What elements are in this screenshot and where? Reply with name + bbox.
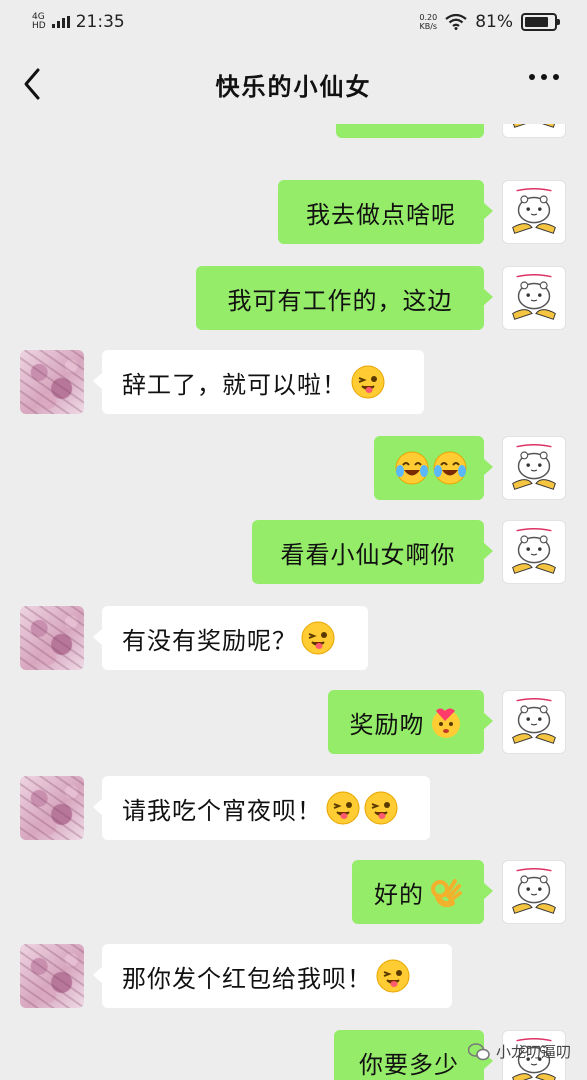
- message-row: 请我吃个宵夜呗！: [0, 776, 587, 840]
- message-text: 你要多少: [359, 1050, 459, 1079]
- message-bubble[interactable]: 好的: [352, 860, 493, 924]
- message-row: 辞工了，就可以啦！: [0, 350, 587, 414]
- contact-avatar[interactable]: [20, 776, 84, 840]
- message-text: 有没有奖励呢？: [122, 626, 297, 655]
- message-text: 辞工了，就可以啦！: [122, 370, 347, 399]
- my-avatar[interactable]: ~: [502, 520, 566, 584]
- wink-tongue-emoji: [376, 959, 410, 993]
- message-text: 看看小仙女啊你: [280, 540, 456, 569]
- message-row: ~ 还挺快的: [0, 124, 587, 138]
- svg-text:~: ~: [532, 273, 537, 279]
- message-row: ~: [0, 436, 587, 500]
- wink-tongue-emoji: [301, 621, 335, 655]
- message-text: 那你发个红包给我呗！: [122, 964, 372, 993]
- battery-fill: [525, 17, 548, 27]
- message-bubble[interactable]: 看看小仙女啊你: [252, 520, 493, 584]
- message-bubble[interactable]: 你要多少: [334, 1030, 493, 1080]
- network-speed: 0.20 KB/s: [419, 13, 437, 31]
- message-row: ~ 好的: [0, 860, 587, 924]
- clock: 21:35: [75, 12, 125, 32]
- message-text: 奖励吻: [349, 710, 425, 739]
- status-right: 0.20 KB/s 81%: [419, 12, 560, 32]
- message-bubble[interactable]: 我可有工作的，这边: [196, 266, 493, 330]
- chat-title: 快乐的小仙女: [215, 72, 372, 101]
- battery-percent: 81%: [475, 12, 513, 32]
- chat-area[interactable]: ~ 还挺快的 ~ 我去做点啥呢 ~ 我可有工作的，这边辞工了，就可以啦！ ~: [0, 124, 587, 1080]
- svg-text:~: ~: [532, 697, 537, 703]
- message-bubble[interactable]: 辞工了，就可以啦！: [93, 350, 424, 414]
- message-bubble[interactable]: 还挺快的: [336, 124, 484, 138]
- message-row: ~ 奖励吻: [0, 690, 587, 754]
- message-text: 请我吃个宵夜呗！: [122, 796, 322, 825]
- wifi-icon: [445, 14, 467, 30]
- watermark: 小龙叨逼叨: [467, 1041, 571, 1062]
- contact-avatar[interactable]: [20, 350, 84, 414]
- speed-value: 0.20: [419, 13, 438, 22]
- nav-bar: 快乐的小仙女: [0, 44, 587, 124]
- message-row: ~ 我可有工作的，这边: [0, 266, 587, 330]
- status-left: 4G HD 21:35: [32, 12, 125, 32]
- message-bubble[interactable]: [374, 436, 493, 500]
- signal-icon: [51, 16, 70, 28]
- wink-tongue-emoji: [351, 365, 385, 399]
- wink-tongue-emoji: [364, 791, 398, 825]
- status-bar: 4G HD 21:35 0.20 KB/s 81%: [0, 0, 587, 44]
- message-bubble[interactable]: 请我吃个宵夜呗！: [93, 776, 430, 840]
- chevron-left-icon[interactable]: [18, 66, 48, 102]
- message-text: 我去做点啥呢: [306, 200, 456, 229]
- my-avatar[interactable]: ~: [502, 860, 566, 924]
- network-hd: HD: [32, 21, 46, 31]
- ok-hand-emoji: [428, 875, 462, 909]
- battery-icon: [521, 13, 560, 31]
- svg-text:~: ~: [532, 187, 537, 193]
- my-avatar[interactable]: ~: [502, 180, 566, 244]
- tears-of-joy-emoji: [433, 451, 467, 485]
- wechat-logo-icon: [467, 1042, 490, 1060]
- message-text: 好的: [374, 880, 424, 909]
- tears-of-joy-emoji: [395, 451, 429, 485]
- wink-tongue-emoji: [326, 791, 360, 825]
- message-text: 我可有工作的，这边: [227, 286, 453, 315]
- speed-unit: KB/s: [419, 22, 438, 31]
- svg-text:~: ~: [532, 443, 537, 449]
- contact-avatar[interactable]: [20, 944, 84, 1008]
- message-row: ~ 看看小仙女啊你: [0, 520, 587, 584]
- my-avatar[interactable]: ~: [502, 436, 566, 500]
- message-bubble[interactable]: 奖励吻: [328, 690, 493, 754]
- message-bubble[interactable]: 有没有奖励呢？: [93, 606, 368, 670]
- message-bubble[interactable]: 那你发个红包给我呗！: [93, 944, 452, 1008]
- message-bubble[interactable]: 我去做点啥呢: [278, 180, 493, 244]
- svg-text:~: ~: [532, 867, 537, 873]
- watermark-text: 小龙叨逼叨: [495, 1043, 571, 1061]
- message-row: ~ 我去做点啥呢: [0, 180, 587, 244]
- kiss-gift-emoji: [429, 705, 463, 739]
- contact-avatar[interactable]: [20, 606, 84, 670]
- network-indicator: 4G HD: [32, 13, 46, 31]
- my-avatar[interactable]: ~: [502, 690, 566, 754]
- svg-text:~: ~: [532, 527, 537, 533]
- my-avatar[interactable]: ~: [502, 266, 566, 330]
- message-row: 有没有奖励呢？: [0, 606, 587, 670]
- more-dots-icon[interactable]: [529, 74, 559, 80]
- message-row: 那你发个红包给我呗！: [0, 944, 587, 1008]
- my-avatar[interactable]: ~: [502, 124, 566, 138]
